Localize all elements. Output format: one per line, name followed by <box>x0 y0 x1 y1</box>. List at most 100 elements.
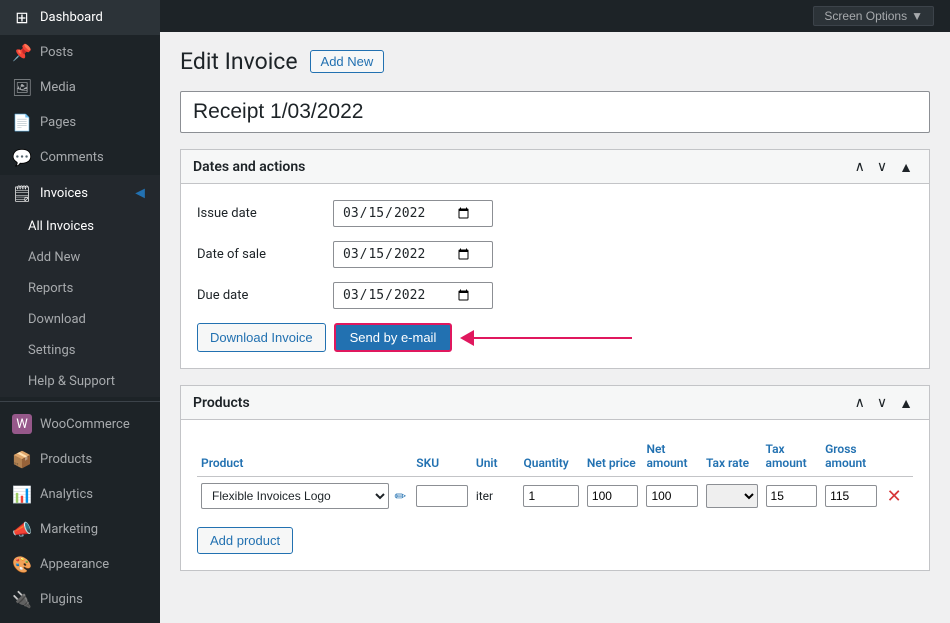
products-table: Product SKU Unit Quantity Net price Net … <box>197 436 913 515</box>
issue-date-input[interactable] <box>342 205 472 222</box>
screen-options-button[interactable]: Screen Options ▼ <box>813 6 934 26</box>
arrow-indicator: ◄ <box>132 183 148 203</box>
sidebar-item-comments[interactable]: 💬 Comments <box>0 140 160 175</box>
top-bar: Screen Options ▼ <box>160 0 950 32</box>
sidebar-item-pages[interactable]: 📄 Pages <box>0 105 160 140</box>
date-of-sale-label: Date of sale <box>197 247 317 262</box>
sidebar-item-marketing[interactable]: 📣 Marketing <box>0 512 160 547</box>
panel-minimize-button[interactable]: ▲ <box>895 158 917 175</box>
page-title-row: Edit Invoice Add New <box>180 48 930 75</box>
sidebar-subitem-help-support[interactable]: Help & Support <box>0 366 160 397</box>
dates-panel: Dates and actions ∧ ∨ ▲ Issue date Dat <box>180 149 930 369</box>
sidebar-subitem-settings[interactable]: Settings <box>0 335 160 366</box>
sidebar-item-label: Posts <box>40 45 73 60</box>
col-net-price: Net price <box>583 436 643 477</box>
add-product-button[interactable]: Add product <box>197 527 293 554</box>
sidebar-item-invoices[interactable]: 🗒 Invoices ◄ <box>0 175 160 211</box>
sidebar-item-label: Dashboard <box>40 10 103 25</box>
delete-row-button[interactable]: ✕ <box>885 484 904 509</box>
sidebar-item-label: Pages <box>40 115 76 130</box>
col-net-amount: Net amount <box>642 436 702 477</box>
products-icon: 📦 <box>12 450 32 469</box>
send-email-button[interactable]: Send by e-mail <box>334 323 453 352</box>
sidebar-item-label: Comments <box>40 150 104 165</box>
arrow-annotation <box>460 330 632 346</box>
submenu-label: Settings <box>28 343 75 358</box>
panel-collapse-down-button[interactable]: ∨ <box>873 158 891 175</box>
product-select-wrapper: Flexible Invoices Logo ✏ <box>201 483 408 509</box>
sidebar-item-label: Products <box>40 452 92 467</box>
sidebar-subitem-reports[interactable]: Reports <box>0 273 160 304</box>
sidebar-subitem-download[interactable]: Download <box>0 304 160 335</box>
sidebar-item-label: Invoices <box>40 186 88 201</box>
sidebar-item-posts[interactable]: 📌 Posts <box>0 35 160 70</box>
sidebar-item-label: Appearance <box>40 557 109 572</box>
sidebar: ⊞ Dashboard 📌 Posts 🖼 Media 📄 Pages 💬 Co… <box>0 0 160 623</box>
dates-panel-header: Dates and actions ∧ ∨ ▲ <box>181 150 929 184</box>
tax-rate-select[interactable]: 5% 15% 23% <box>706 484 758 508</box>
col-tax-amount: Tax amount <box>762 436 822 477</box>
sidebar-subitem-all-invoices[interactable]: All Invoices <box>0 211 160 242</box>
sidebar-item-media[interactable]: 🖼 Media <box>0 70 160 105</box>
page-title: Edit Invoice <box>180 48 298 75</box>
pages-icon: 📄 <box>12 113 32 132</box>
media-icon: 🖼 <box>12 78 32 97</box>
sidebar-subitem-add-new[interactable]: Add New <box>0 242 160 273</box>
cell-delete: ✕ <box>881 477 913 516</box>
screen-options-label: Screen Options <box>824 9 907 23</box>
products-panel-controls: ∧ ∨ ▲ <box>851 394 917 411</box>
product-select[interactable]: Flexible Invoices Logo <box>201 483 389 509</box>
col-tax-rate: Tax rate <box>702 436 762 477</box>
due-date-input[interactable] <box>342 287 472 304</box>
products-panel-body: Product SKU Unit Quantity Net price Net … <box>181 420 929 570</box>
quantity-input[interactable] <box>523 485 578 507</box>
submenu-label: Download <box>28 312 86 327</box>
cell-sku <box>412 477 472 516</box>
net-price-input[interactable] <box>587 485 639 507</box>
sidebar-item-appearance[interactable]: 🎨 Appearance <box>0 547 160 582</box>
tax-amount-input[interactable] <box>766 485 818 507</box>
sidebar-item-products[interactable]: 📦 Products <box>0 442 160 477</box>
sidebar-item-woocommerce[interactable]: W WooCommerce <box>0 406 160 442</box>
sidebar-item-plugins[interactable]: 🔌 Plugins <box>0 582 160 617</box>
invoices-icon: 🗒 <box>12 184 32 203</box>
main-content: Screen Options ▼ Edit Invoice Add New Da… <box>160 0 950 623</box>
net-amount-input[interactable] <box>646 485 698 507</box>
issue-date-label: Issue date <box>197 206 317 221</box>
dates-panel-body: Issue date Date of sale Due date <box>181 184 929 368</box>
sku-input[interactable] <box>416 485 468 507</box>
sidebar-item-analytics[interactable]: 📊 Analytics <box>0 477 160 512</box>
content-area: Edit Invoice Add New Dates and actions ∧… <box>160 32 950 603</box>
date-of-sale-input[interactable] <box>342 246 472 263</box>
products-table-body: Flexible Invoices Logo ✏ iter <box>197 477 913 516</box>
products-table-header-row: Product SKU Unit Quantity Net price Net … <box>197 436 913 477</box>
col-quantity: Quantity <box>519 436 582 477</box>
cell-net-price <box>583 477 643 516</box>
product-edit-button[interactable]: ✏ <box>393 486 409 507</box>
divider-1 <box>0 401 160 402</box>
panel-collapse-up-button[interactable]: ∧ <box>851 158 869 175</box>
posts-icon: 📌 <box>12 43 32 62</box>
products-panel-collapse-up-button[interactable]: ∧ <box>851 394 869 411</box>
products-panel-title: Products <box>193 395 250 411</box>
action-row: Download Invoice Send by e-mail <box>197 323 913 352</box>
submenu-label: Help & Support <box>28 374 115 389</box>
screen-options-arrow: ▼ <box>911 9 923 23</box>
gross-amount-input[interactable] <box>825 485 877 507</box>
products-panel-collapse-down-button[interactable]: ∨ <box>873 394 891 411</box>
download-invoice-button[interactable]: Download Invoice <box>197 323 326 352</box>
dates-panel-title: Dates and actions <box>193 159 305 175</box>
panel-controls: ∧ ∨ ▲ <box>851 158 917 175</box>
woocommerce-icon: W <box>12 414 32 434</box>
products-panel-minimize-button[interactable]: ▲ <box>895 394 917 411</box>
col-gross-amount: Gross amount <box>821 436 881 477</box>
cell-unit: iter <box>472 477 520 516</box>
sidebar-item-label: Analytics <box>40 487 93 502</box>
invoice-title-input[interactable] <box>180 91 930 133</box>
appearance-icon: 🎨 <box>12 555 32 574</box>
sidebar-item-dashboard[interactable]: ⊞ Dashboard <box>0 0 160 35</box>
col-product: Product <box>197 436 412 477</box>
date-of-sale-input-wrapper <box>333 241 493 268</box>
add-new-button[interactable]: Add New <box>310 50 385 73</box>
cell-product: Flexible Invoices Logo ✏ <box>197 477 412 516</box>
